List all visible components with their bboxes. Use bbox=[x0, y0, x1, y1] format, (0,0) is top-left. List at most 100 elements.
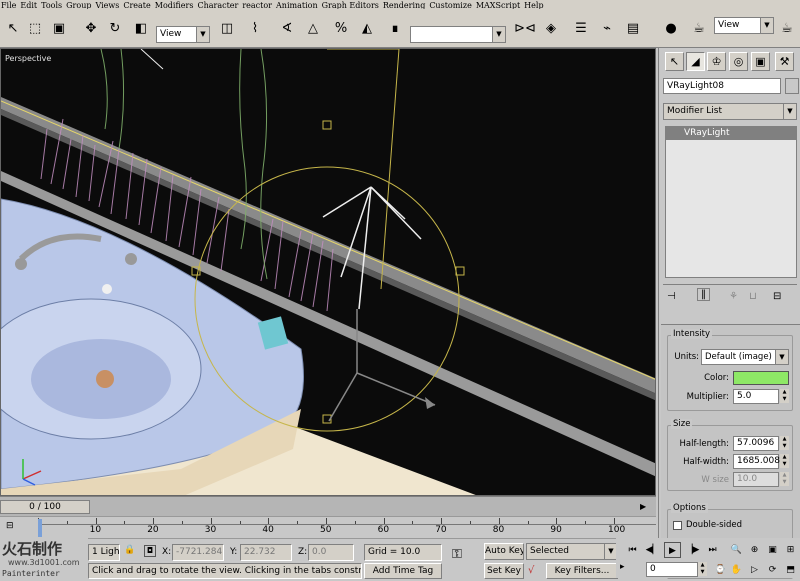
spinner-snap-icon[interactable]: % bbox=[330, 17, 352, 39]
pan-icon[interactable]: ✋ bbox=[728, 562, 745, 578]
half-width-field[interactable]: 1685.008 bbox=[733, 454, 780, 469]
show-end-result-icon[interactable]: ‖ bbox=[697, 288, 710, 301]
menu-item-maxscript[interactable]: MAXScript bbox=[476, 1, 520, 9]
pivot-icon[interactable]: ◫ bbox=[216, 17, 238, 39]
double-sided-checkbox[interactable] bbox=[673, 521, 682, 530]
half-width-spinner[interactable]: ▲ ▼ bbox=[780, 454, 789, 468]
maximize-viewport-icon[interactable]: ⬒ bbox=[782, 562, 799, 578]
wsize-field[interactable]: 10.0 bbox=[733, 472, 779, 487]
multiplier-spinner[interactable]: ▲ ▼ bbox=[780, 389, 789, 403]
units-dropdown[interactable]: Default (image) ▼ bbox=[701, 349, 789, 365]
key-filters-button[interactable]: Key Filters... bbox=[546, 563, 618, 579]
menu-item-help[interactable]: Help bbox=[524, 1, 543, 9]
quick-render-icon[interactable]: ☕ bbox=[776, 17, 798, 39]
pin-stack-icon[interactable]: ⊣ bbox=[667, 291, 676, 302]
lock-selection-icon[interactable]: 🔒 bbox=[124, 545, 135, 555]
render-scene-icon[interactable]: ☕ bbox=[688, 17, 710, 39]
object-name-field[interactable]: VRayLight08 bbox=[663, 78, 781, 94]
edit-named-sel-icon[interactable]: ∎ bbox=[384, 17, 406, 39]
auto-key-button[interactable]: Auto Key bbox=[484, 543, 524, 560]
hierarchy-tab-icon[interactable]: ♔ bbox=[707, 52, 726, 71]
go-to-start-icon[interactable]: ⏮ bbox=[624, 542, 641, 558]
zoom-extents-icon[interactable]: ▣ bbox=[764, 542, 781, 558]
menu-item-reactor[interactable]: reactor bbox=[242, 1, 272, 9]
create-tab-icon[interactable]: ↖ bbox=[665, 52, 684, 71]
stack-item-vraylight[interactable]: VRayLight bbox=[666, 127, 796, 140]
select-by-name-icon[interactable]: ▣ bbox=[48, 17, 70, 39]
field-of-view-icon[interactable]: ▷ bbox=[746, 562, 763, 578]
schematic-view-icon[interactable]: ▤ bbox=[622, 17, 644, 39]
select-pointer-icon[interactable]: ↖ bbox=[2, 17, 24, 39]
current-frame-spinner[interactable]: ▲ ▼ bbox=[698, 562, 707, 576]
time-slider-thumb[interactable]: 0 / 100 bbox=[0, 500, 90, 514]
menu-item-modifiers[interactable]: Modifiers bbox=[155, 1, 194, 9]
render-type-dropdown[interactable]: View ▼ bbox=[714, 17, 774, 34]
key-set-dropdown[interactable]: Selected ▼ bbox=[526, 543, 618, 560]
make-unique-icon[interactable]: ⚘ bbox=[729, 291, 738, 302]
configure-sets-icon[interactable]: ⊟ bbox=[773, 291, 781, 302]
move-icon[interactable]: ✥ bbox=[80, 17, 102, 39]
arc-rotate-icon[interactable]: ⟳ bbox=[764, 562, 781, 578]
menu-item-edit[interactable]: Edit bbox=[20, 1, 37, 9]
material-editor-icon[interactable]: ● bbox=[660, 17, 682, 39]
next-frame-icon[interactable]: ▕▶ bbox=[684, 542, 701, 558]
select-link-icon[interactable]: ⌇ bbox=[244, 17, 266, 39]
light-color-swatch[interactable] bbox=[733, 371, 789, 385]
menu-item-customize[interactable]: Customize bbox=[429, 1, 472, 9]
region-select-icon[interactable]: ⬚ bbox=[24, 17, 46, 39]
zoom-all-icon[interactable]: ⊕ bbox=[746, 542, 763, 558]
menu-item-group[interactable]: Group bbox=[66, 1, 91, 9]
current-frame-marker[interactable] bbox=[38, 519, 42, 537]
align-icon[interactable]: ◈ bbox=[540, 17, 562, 39]
rotate-icon[interactable]: ↻ bbox=[104, 17, 126, 39]
wsize-spinner[interactable]: ▲ ▼ bbox=[780, 472, 789, 486]
menu-item-views[interactable]: Views bbox=[95, 1, 119, 9]
modify-tab-icon[interactable]: ◢ bbox=[686, 52, 705, 71]
zoom-extents-all-icon[interactable]: ⊞ bbox=[782, 542, 799, 558]
motion-tab-icon[interactable]: ◎ bbox=[729, 52, 748, 71]
play-icon[interactable]: ▶ bbox=[664, 542, 681, 558]
scale-icon[interactable]: ◧ bbox=[130, 17, 152, 39]
add-time-tag-button[interactable]: Add Time Tag bbox=[364, 563, 442, 579]
y-coord-field[interactable]: 22.732 bbox=[240, 544, 292, 561]
menu-item-rendering[interactable]: Rendering bbox=[383, 1, 425, 9]
current-frame-field[interactable]: 0 bbox=[646, 562, 698, 577]
snap-angle-icon[interactable]: ∢ bbox=[276, 17, 298, 39]
remove-modifier-icon[interactable]: ⊔ bbox=[749, 291, 757, 302]
menu-item-graph-editors[interactable]: Graph Editors bbox=[322, 1, 379, 9]
curve-editor-icon[interactable]: ⌁ bbox=[596, 17, 618, 39]
go-to-end-icon[interactable]: ⏭ bbox=[704, 542, 721, 558]
mirror-icon[interactable]: ◭ bbox=[356, 17, 378, 39]
reference-coord-dropdown[interactable]: View ▼ bbox=[156, 26, 210, 43]
multiplier-field[interactable]: 5.0 bbox=[733, 389, 779, 404]
track-bar-toggle-icon[interactable]: ⊟ bbox=[6, 521, 14, 531]
zoom-icon[interactable]: 🔍 bbox=[728, 542, 745, 558]
absolute-mode-icon[interactable]: ◘ bbox=[144, 545, 156, 557]
menu-item-character[interactable]: Character bbox=[197, 1, 238, 9]
key-icon[interactable]: ⚿ bbox=[452, 547, 462, 562]
viewport-label[interactable]: Perspective bbox=[5, 54, 51, 63]
half-length-field[interactable]: 57.0096 bbox=[733, 436, 779, 451]
key-mode-icon[interactable]: ▸ bbox=[620, 562, 625, 572]
half-length-spinner[interactable]: ▲ ▼ bbox=[780, 436, 789, 450]
object-color-swatch[interactable] bbox=[785, 78, 799, 94]
named-selection-dropdown[interactable]: ▼ bbox=[410, 26, 506, 43]
set-key-button[interactable]: Set Key bbox=[484, 563, 524, 579]
set-key-icon[interactable]: √ bbox=[528, 565, 534, 576]
layer-manager-icon[interactable]: ☰ bbox=[570, 17, 592, 39]
slider-next-icon[interactable]: ▶ bbox=[640, 502, 646, 511]
menu-item-animation[interactable]: Animation bbox=[276, 1, 318, 9]
z-coord-field[interactable]: 0.0 bbox=[308, 544, 354, 561]
utilities-tab-icon[interactable]: ⚒ bbox=[775, 52, 794, 71]
menu-item-tools[interactable]: Tools bbox=[41, 1, 62, 9]
time-slider[interactable]: 0 / 100 ▶ bbox=[0, 496, 656, 516]
modifier-list-dropdown[interactable]: Modifier List ▼ bbox=[663, 103, 797, 120]
track-bar[interactable]: ⊟ 10 20 30 40 50 60 70 80 90 100 bbox=[0, 516, 656, 538]
time-config-icon[interactable]: ⌚ bbox=[712, 562, 729, 578]
x-coord-field[interactable]: -7721.2847 bbox=[172, 544, 224, 561]
menu-item-create[interactable]: Create bbox=[123, 1, 150, 9]
menu-item-file[interactable]: File bbox=[1, 1, 16, 9]
modifier-stack-list[interactable]: VRayLight bbox=[665, 126, 797, 278]
display-tab-icon[interactable]: ▣ bbox=[751, 52, 770, 71]
previous-frame-icon[interactable]: ◀▏ bbox=[644, 542, 661, 558]
